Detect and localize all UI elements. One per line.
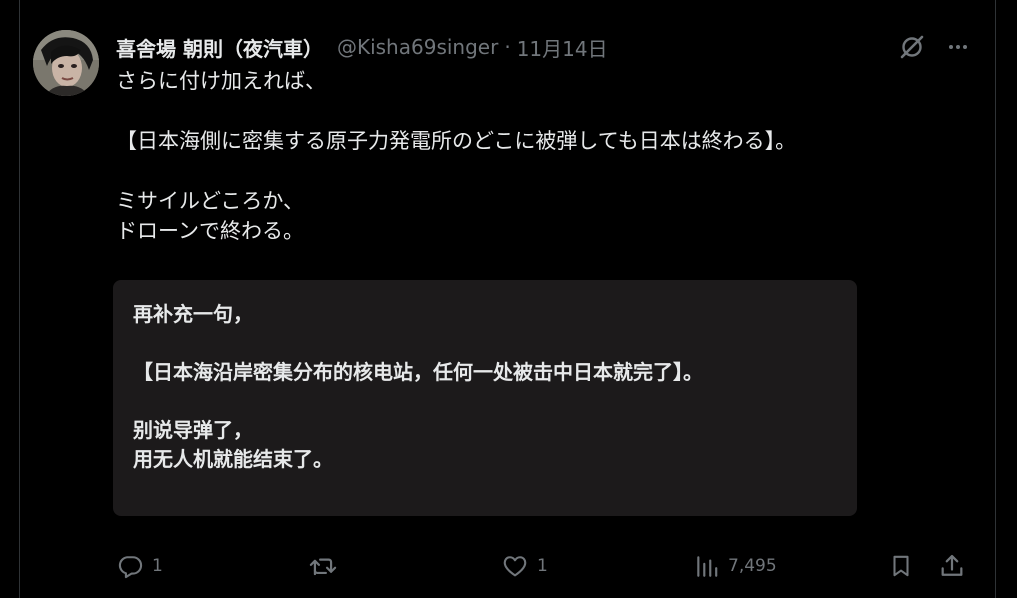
reply-button[interactable]: 1: [116, 550, 163, 582]
like-count: 1: [537, 556, 548, 576]
tweet-actions: 1 1 7,495: [116, 550, 972, 582]
post-date[interactable]: 11月14日: [517, 33, 608, 62]
author-handle[interactable]: @Kisha69singer: [337, 35, 498, 59]
reply-count: 1: [152, 556, 163, 576]
translation-box: 再补充一句， 【日本海沿岸密集分布的核电站，任何一处被击中日本就完了】。 别说导…: [113, 280, 857, 516]
share-icon: [938, 552, 966, 580]
translation-line: 用无人机就能结束了。: [133, 447, 333, 471]
tweet-text: さらに付け加えれば、 【日本海側に密集する原子力発電所のどこに被弾しても日本は終…: [116, 66, 995, 246]
views-count: 7,495: [728, 556, 777, 576]
header-separator: ·: [504, 35, 511, 59]
tweet-content: 喜舎場 朝則（夜汽車） @Kisha69singer · 11月14日 さらに付…: [116, 30, 995, 246]
tweet-text-line: ドローンで終わる。: [116, 219, 304, 243]
tweet-text-line: 【日本海側に密集する原子力発電所のどこに被弾しても日本は終わる】。: [116, 129, 797, 153]
retweet-button[interactable]: [308, 550, 346, 582]
more-icon[interactable]: [947, 36, 969, 58]
author-name[interactable]: 喜舎場 朝則（夜汽車）: [116, 33, 323, 62]
tweet-card[interactable]: 喜舎場 朝則（夜汽車） @Kisha69singer · 11月14日 さらに付…: [19, 0, 996, 598]
share-button[interactable]: [938, 550, 966, 582]
header-actions: [899, 30, 969, 64]
reply-icon: [116, 552, 144, 580]
like-icon: [501, 552, 529, 580]
tweet-text-line: [116, 156, 995, 186]
like-button[interactable]: 1: [501, 550, 548, 582]
translation-line: 别说导弹了，: [133, 418, 253, 442]
tweet-text-line: ミサイルどころか、: [116, 189, 304, 213]
translation-line: [133, 329, 837, 358]
tweet-text-line: [116, 96, 995, 126]
grok-icon[interactable]: [899, 34, 925, 60]
tweet-text-line: さらに付け加えれば、: [116, 69, 326, 93]
avatar-image: [33, 30, 99, 96]
translation-line: 再补充一句，: [133, 302, 253, 326]
views-button[interactable]: 7,495: [694, 550, 777, 582]
retweet-icon: [308, 552, 338, 580]
translation-line: 【日本海沿岸密集分布的核电站，任何一处被击中日本就完了】。: [133, 360, 703, 384]
views-icon: [694, 552, 720, 580]
tweet-header: 喜舎場 朝則（夜汽車） @Kisha69singer · 11月14日: [116, 30, 995, 64]
avatar[interactable]: [33, 30, 99, 96]
bookmark-icon: [888, 552, 914, 580]
bookmark-button[interactable]: [888, 550, 914, 582]
translation-line: [133, 387, 837, 416]
